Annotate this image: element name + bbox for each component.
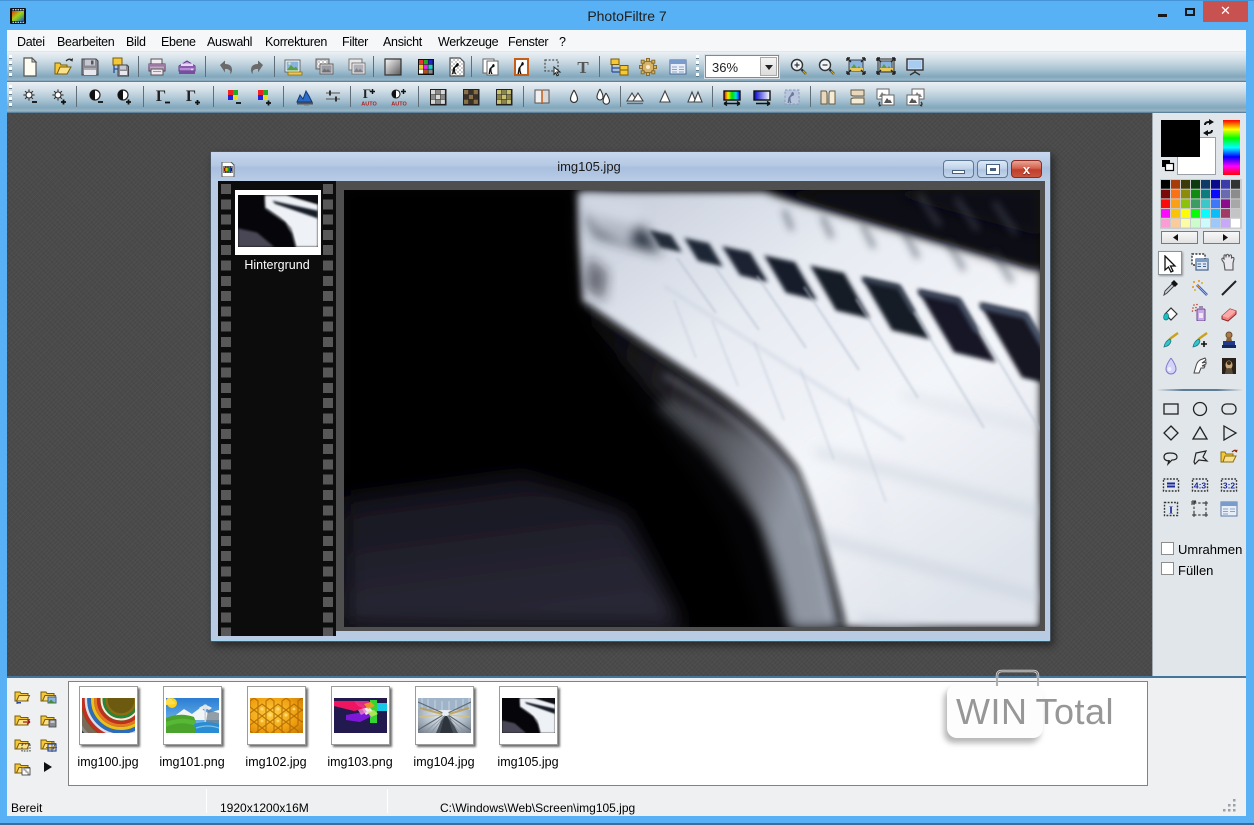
svg-text:3:2: 3:2 bbox=[1223, 481, 1236, 491]
svg-text:Γ: Γ bbox=[156, 88, 166, 105]
svg-text:Γ: Γ bbox=[186, 88, 196, 105]
svg-text:AUTO: AUTO bbox=[391, 102, 407, 108]
svg-text:T: T bbox=[577, 58, 589, 77]
svg-text:AUTO: AUTO bbox=[361, 102, 377, 108]
svg-text:Γ: Γ bbox=[363, 87, 371, 101]
svg-text:4:3: 4:3 bbox=[1194, 481, 1207, 491]
svg-text:I: I bbox=[1169, 505, 1173, 517]
